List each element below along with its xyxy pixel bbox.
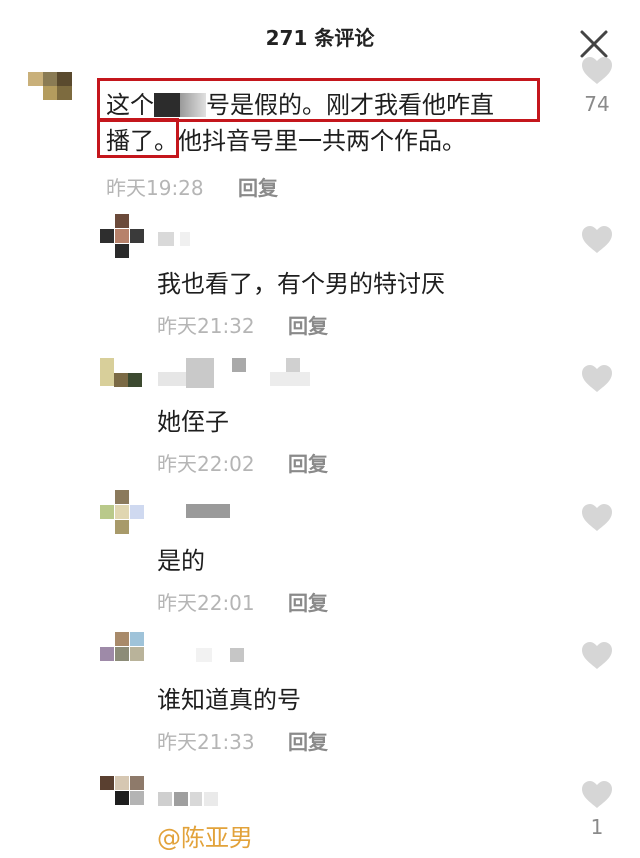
heart-icon[interactable] xyxy=(580,364,614,394)
avatar[interactable] xyxy=(28,72,72,116)
highlight-box-line2 xyxy=(97,118,179,158)
reply-button[interactable]: 回复 xyxy=(288,448,328,477)
reply-text: 她侄子 xyxy=(157,408,229,436)
reply-time: 昨天21:33 xyxy=(157,730,255,754)
avatar[interactable] xyxy=(100,632,144,676)
comment-time: 昨天19:28 xyxy=(106,176,204,200)
heart-icon[interactable] xyxy=(580,780,614,810)
reply-mention-text[interactable]: @陈亚男 xyxy=(157,818,253,853)
comment-count-title: 271 条评论 xyxy=(265,26,375,50)
comments-header: 271 条评论 xyxy=(0,0,640,70)
reply-time: 昨天22:02 xyxy=(157,452,255,476)
avatar[interactable] xyxy=(100,214,144,258)
heart-icon[interactable] xyxy=(580,56,614,86)
highlight-box xyxy=(97,78,540,122)
reply-time: 昨天22:01 xyxy=(157,591,255,615)
reply-button[interactable]: 回复 xyxy=(288,726,328,755)
reply-time: 昨天21:32 xyxy=(157,314,255,338)
like-count: 74 xyxy=(584,92,610,116)
reply-button[interactable]: 回复 xyxy=(238,172,278,201)
avatar[interactable] xyxy=(100,776,144,820)
reply-text: 是的 xyxy=(157,547,205,575)
like-count: 1 xyxy=(590,815,604,839)
reply-text: 我也看了，有个男的特讨厌 xyxy=(157,270,445,298)
heart-icon[interactable] xyxy=(580,641,614,671)
reply-button[interactable]: 回复 xyxy=(288,587,328,616)
heart-icon[interactable] xyxy=(580,503,614,533)
reply-text: 谁知道真的号 xyxy=(157,686,301,714)
reply-button[interactable]: 回复 xyxy=(288,310,328,339)
heart-icon[interactable] xyxy=(580,225,614,255)
avatar[interactable] xyxy=(100,490,144,534)
avatar[interactable] xyxy=(100,358,144,402)
